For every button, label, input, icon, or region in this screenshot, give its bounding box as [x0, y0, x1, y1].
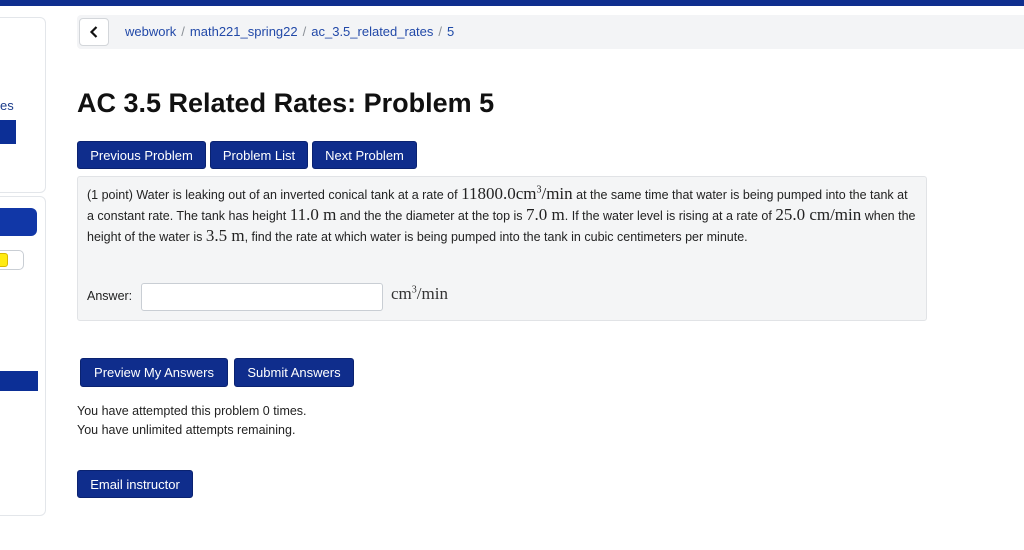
next-problem-button[interactable]: Next Problem	[312, 141, 417, 169]
sidebar-button-lower[interactable]	[0, 371, 38, 391]
breadcrumb-separator: /	[181, 24, 185, 39]
breadcrumb-links: webwork / math221_spring22 / ac_3.5_related_…	[125, 24, 454, 39]
breadcrumb-link-set[interactable]: ac_3.5_related_rates	[311, 24, 433, 39]
top-bar	[0, 0, 1024, 6]
submit-answers-button[interactable]: Submit Answers	[234, 358, 354, 387]
chevron-left-icon	[89, 26, 98, 38]
attempts-text: You have attempted this problem 0 times.	[77, 404, 307, 418]
sidebar-button[interactable]	[0, 120, 16, 144]
page-title: AC 3.5 Related Rates: Problem 5	[77, 88, 495, 118]
sidebar-partial-label[interactable]: es	[0, 98, 14, 113]
breadcrumb-separator: /	[438, 24, 443, 39]
answer-label: Answer:	[87, 289, 133, 303]
email-instructor-button[interactable]: Email instructor	[77, 470, 193, 498]
status-indicator-icon	[0, 253, 8, 267]
attempt-status: You have attempted this problem 0 times.…	[77, 402, 307, 440]
problem-list-button[interactable]: Problem List	[210, 141, 308, 169]
preview-answers-button[interactable]: Preview My Answers	[80, 358, 228, 387]
previous-problem-button[interactable]: Previous Problem	[77, 141, 206, 169]
sidebar-item-active[interactable]	[0, 208, 37, 236]
answer-unit: cm3/min	[391, 284, 448, 303]
breadcrumb-link-course[interactable]: math221_spring22	[190, 24, 298, 39]
sidebar-card-bottom	[0, 196, 46, 516]
breadcrumb-separator: /	[302, 24, 307, 39]
remaining-text: You have unlimited attempts remaining.	[77, 423, 296, 437]
breadcrumb-current: 5	[447, 24, 455, 39]
problem-text: (1 point) Water is leaking out of an inv…	[87, 184, 916, 245]
problem-panel: (1 point) Water is leaking out of an inv…	[77, 176, 927, 321]
answer-input[interactable]	[141, 283, 383, 311]
breadcrumb-link-webwork[interactable]: webwork	[125, 24, 176, 39]
back-button[interactable]	[79, 18, 109, 46]
